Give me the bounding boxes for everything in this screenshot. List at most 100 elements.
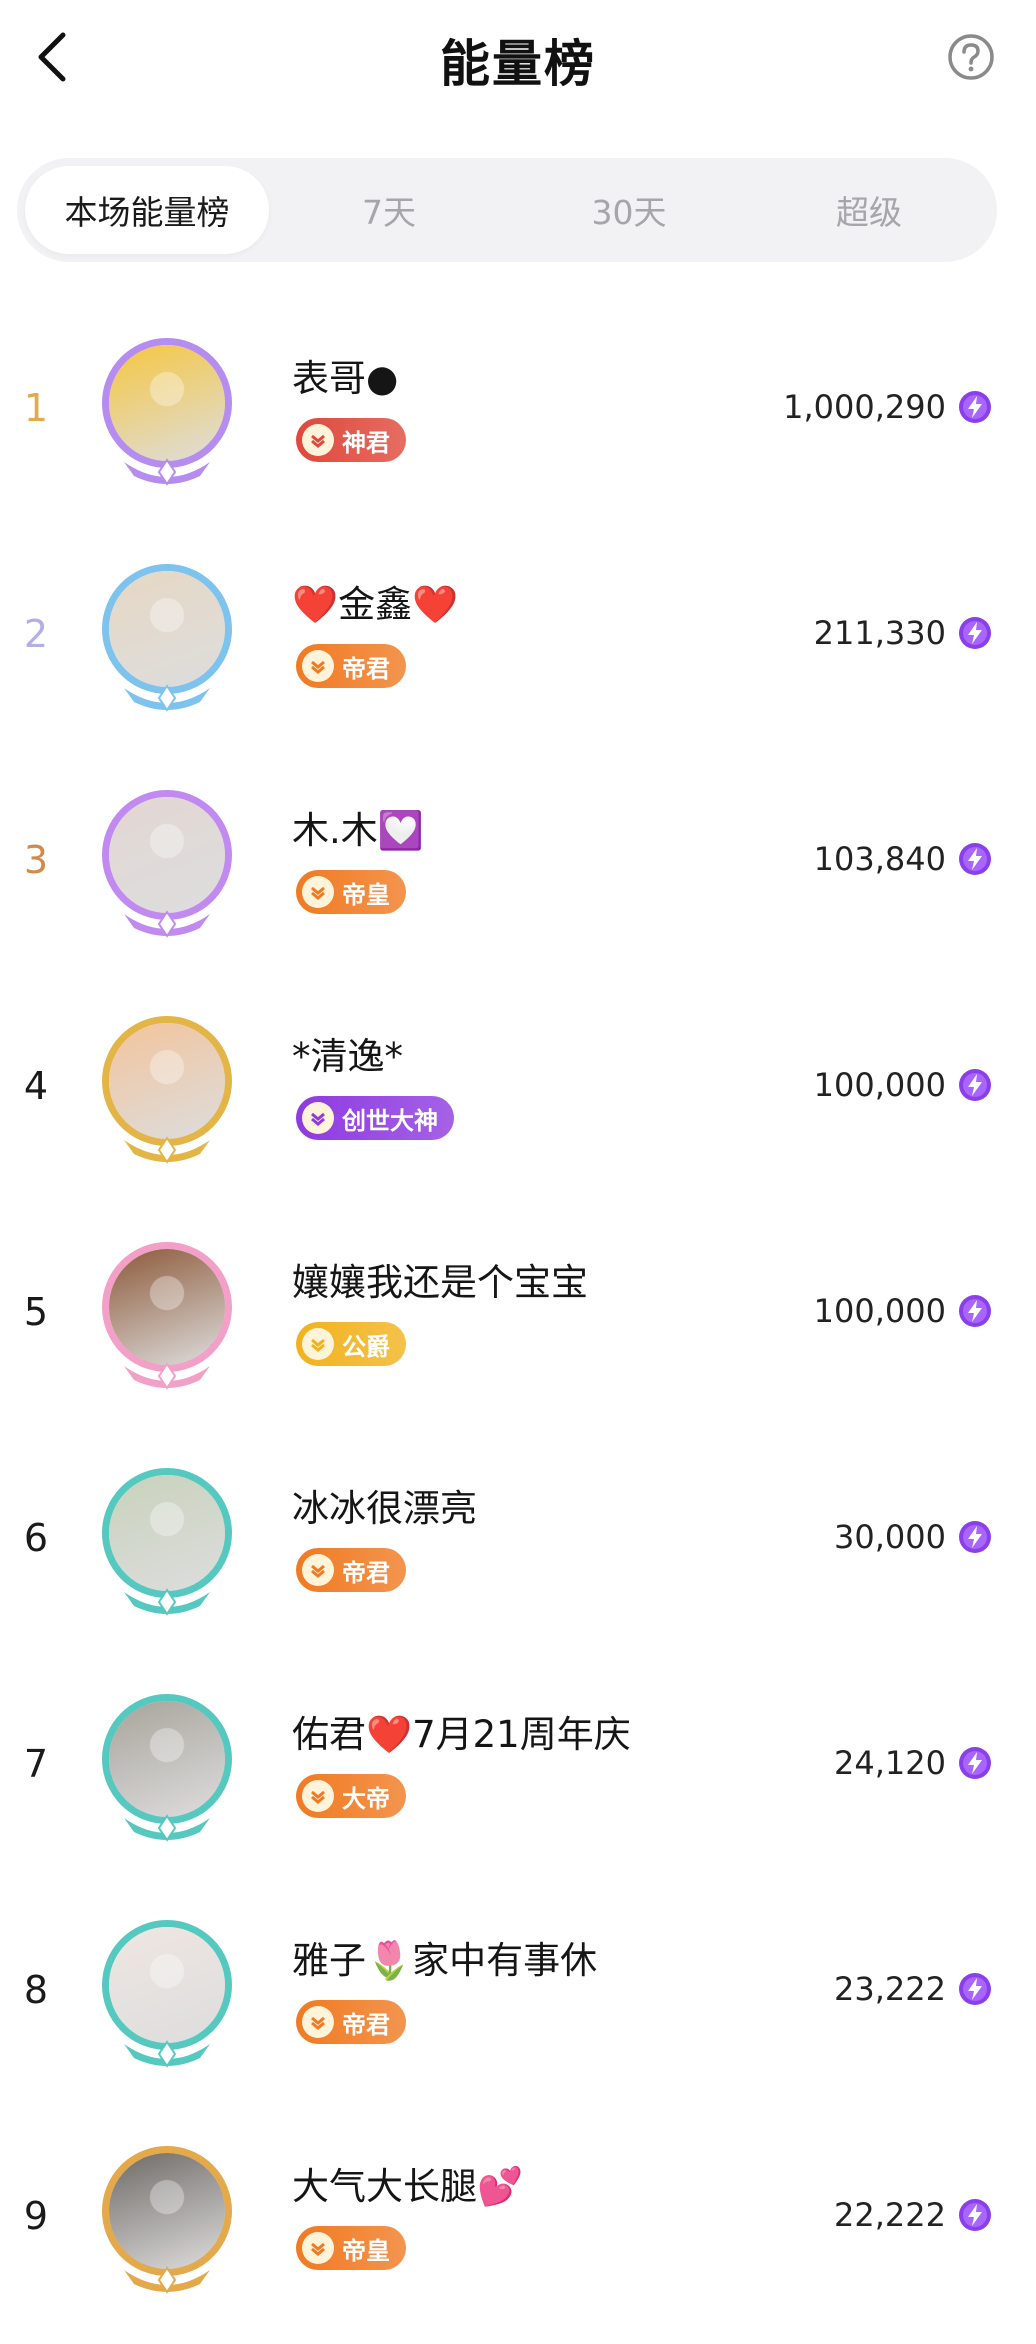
avatar[interactable] [92, 1232, 242, 1390]
avatar-image [102, 1920, 232, 2050]
energy-score: 30,000 [834, 1518, 946, 1556]
energy-score: 100,000 [813, 1066, 946, 1104]
user-name: 木.木💟 [292, 809, 424, 852]
energy-bolt-icon [959, 843, 991, 875]
level-badge-label: 大帝 [342, 1784, 390, 1813]
energy-bolt-icon [959, 1069, 991, 1101]
ranking-row[interactable]: 1 表哥● 神君 1,000,290 [0, 310, 1036, 536]
chevron-rank-icon [302, 876, 334, 908]
ranking-row[interactable]: 9 大气大长腿💕 帝皇 22,222 [0, 2118, 1036, 2344]
rank-number: 1 [23, 386, 49, 430]
chevron-rank-icon [302, 2232, 334, 2264]
avatar-frame-icon [124, 910, 210, 938]
level-badge-label: 帝君 [342, 1558, 390, 1587]
energy-score: 23,222 [834, 1970, 946, 2008]
ranking-row[interactable]: 7 佑君❤️7月21周年庆 大帝 24,120 [0, 1666, 1036, 1892]
avatar[interactable] [92, 1458, 242, 1616]
ranking-row[interactable]: 6 冰冰很漂亮帝君 30,000 [0, 1440, 1036, 1666]
rank-number: 2 [23, 612, 49, 656]
chevron-rank-icon [302, 424, 334, 456]
ranking-list: 1 表哥● 神君 1,000,290 2 ❤️金鑫❤️ 帝君 211,330 3 木.木💟 帝皇 10… [0, 310, 1036, 2344]
page-title: 能量榜 [440, 35, 596, 93]
ranking-row[interactable]: 8 雅子🌷家中有事休帝君 23,222 [0, 1892, 1036, 2118]
chevron-rank-icon [302, 2006, 334, 2038]
rank-number: 9 [23, 2194, 49, 2238]
level-badge: 帝皇 [296, 870, 406, 914]
energy-bolt-icon [959, 391, 991, 423]
chevron-rank-icon [302, 1554, 334, 1586]
tab-super[interactable]: 超级 [749, 166, 989, 254]
avatar-image [102, 564, 232, 694]
energy-score: 1,000,290 [783, 388, 946, 426]
energy-bolt-icon [959, 2199, 991, 2231]
tab-30-days[interactable]: 30天 [509, 166, 749, 254]
avatar[interactable] [92, 1006, 242, 1164]
avatar-frame-icon [124, 1136, 210, 1164]
ranking-row[interactable]: 4 *清逸* 创世大神 100,000 [0, 988, 1036, 1214]
ranking-row[interactable]: 3 木.木💟 帝皇 103,840 [0, 762, 1036, 988]
user-name: 孃孃我还是个宝宝 [292, 1261, 588, 1304]
chevron-rank-icon [302, 1328, 334, 1360]
help-button[interactable] [944, 30, 998, 84]
avatar[interactable] [92, 328, 242, 486]
chevron-rank-icon [302, 1102, 334, 1134]
level-badge-label: 神君 [342, 428, 390, 457]
energy-bolt-icon [959, 1521, 991, 1553]
level-badge-label: 帝君 [342, 2010, 390, 2039]
user-name: ❤️金鑫❤️ [292, 583, 459, 626]
avatar-frame-icon [124, 684, 210, 712]
level-badge-label: 公爵 [342, 1332, 390, 1361]
avatar[interactable] [92, 780, 242, 938]
tab-7-days[interactable]: 7天 [269, 166, 509, 254]
rank-number: 6 [23, 1516, 49, 1560]
user-name: 冰冰很漂亮 [292, 1487, 477, 1530]
level-badge: 帝皇 [296, 2226, 406, 2270]
avatar-frame-icon [124, 1588, 210, 1616]
rank-number: 7 [23, 1742, 49, 1786]
avatar-frame-icon [124, 458, 210, 486]
avatar-image [102, 2146, 232, 2276]
rank-number: 5 [23, 1290, 49, 1334]
avatar-frame-icon [124, 1814, 210, 1842]
energy-score: 103,840 [813, 840, 946, 878]
rank-number: 8 [23, 1968, 49, 2012]
level-badge-label: 创世大神 [342, 1106, 438, 1135]
avatar[interactable] [92, 2136, 242, 2294]
user-name: 雅子🌷家中有事休 [292, 1939, 598, 1982]
avatar-image [102, 1242, 232, 1372]
help-icon [948, 34, 994, 80]
tab-current-session[interactable]: 本场能量榜 [25, 166, 269, 254]
avatar[interactable] [92, 1910, 242, 2068]
top-bar: 能量榜 [0, 0, 1036, 120]
energy-score: 100,000 [813, 1292, 946, 1330]
energy-score: 24,120 [834, 1744, 946, 1782]
ranking-row[interactable]: 2 ❤️金鑫❤️ 帝君 211,330 [0, 536, 1036, 762]
period-tabs: 本场能量榜 7天 30天 超级 [17, 158, 997, 262]
level-badge: 帝君 [296, 2000, 406, 2044]
level-badge-label: 帝皇 [342, 2236, 390, 2265]
level-badge: 创世大神 [296, 1096, 454, 1140]
avatar[interactable] [92, 554, 242, 712]
avatar[interactable] [92, 1684, 242, 1842]
energy-score: 22,222 [834, 2196, 946, 2234]
level-badge: 帝君 [296, 644, 406, 688]
energy-bolt-icon [959, 617, 991, 649]
avatar-image [102, 338, 232, 468]
user-name: 大气大长腿💕 [292, 2165, 524, 2208]
energy-bolt-icon [959, 1295, 991, 1327]
energy-bolt-icon [959, 1747, 991, 1779]
ranking-row[interactable]: 5 孃孃我还是个宝宝公爵 100,000 [0, 1214, 1036, 1440]
user-name: *清逸* [292, 1035, 403, 1078]
avatar-image [102, 1016, 232, 1146]
energy-bolt-icon [959, 1973, 991, 2005]
avatar-image [102, 1468, 232, 1598]
level-badge-label: 帝君 [342, 654, 390, 683]
level-badge: 公爵 [296, 1322, 406, 1366]
avatar-image [102, 1694, 232, 1824]
avatar-frame-icon [124, 1362, 210, 1390]
energy-score: 211,330 [813, 614, 946, 652]
chevron-rank-icon [302, 1780, 334, 1812]
rank-number: 4 [23, 1064, 49, 1108]
level-badge: 大帝 [296, 1774, 406, 1818]
avatar-frame-icon [124, 2040, 210, 2068]
